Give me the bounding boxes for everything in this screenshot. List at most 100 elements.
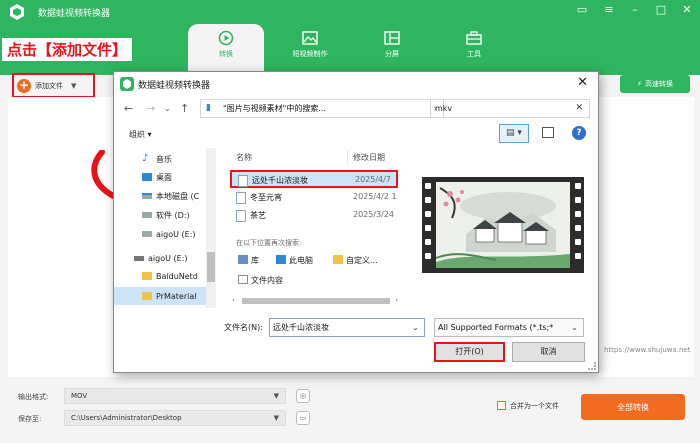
watermark-text: https://www.shujuwa.net xyxy=(604,346,691,354)
filename-input[interactable]: 远处千山浓淡妆 ⌄ xyxy=(269,318,425,337)
instruction-annotation: 点击【添加文件】 xyxy=(2,38,133,61)
preview-pane-icon[interactable] xyxy=(542,127,554,138)
preview-thumbnail-image xyxy=(436,182,570,268)
file-name: 冬至元宵 xyxy=(250,193,282,202)
tree-item-drive-c[interactable]: 本地磁盘 (C xyxy=(142,187,199,205)
folder-icon xyxy=(142,292,152,300)
chevron-down-icon[interactable]: ⌄ xyxy=(571,319,578,336)
tree-item-baidunetdisk[interactable]: BaiduNetd xyxy=(142,267,198,285)
merge-checkbox[interactable] xyxy=(497,401,506,410)
location-label: 此电脑 xyxy=(289,256,313,265)
output-format-label: 输出格式: xyxy=(18,393,49,401)
tab-short-video[interactable]: 短视频制作 xyxy=(272,24,348,70)
scrollbar-thumb[interactable] xyxy=(207,252,215,282)
scroll-left-icon[interactable]: ‹ xyxy=(232,296,235,304)
resize-grip[interactable] xyxy=(588,362,596,370)
chevron-down-icon[interactable]: ▼ xyxy=(71,82,76,90)
convert-all-button[interactable]: 全部转换 xyxy=(581,394,685,420)
up-arrow-icon[interactable]: ↑ xyxy=(180,102,189,115)
address-text: "图片与视频素材"中的搜索... xyxy=(223,104,326,113)
dialog-command-row: 组织 ▾ ▤ ▾ ? xyxy=(114,122,598,146)
search-value: mkv xyxy=(435,104,453,113)
back-arrow-icon[interactable]: ← xyxy=(124,102,133,115)
tab-convert[interactable]: 转换 xyxy=(188,24,264,75)
tree-item-drive-d[interactable]: 软件 (D:) xyxy=(142,206,190,224)
tab-short-video-label: 短视频制作 xyxy=(292,50,328,58)
add-file-button[interactable]: + 添加文件 ▼ xyxy=(12,73,95,98)
help-icon[interactable]: ? xyxy=(572,126,586,140)
search-folder-icon: ▮ xyxy=(206,103,211,113)
tree-item-music[interactable]: ♪ 音乐 xyxy=(142,150,172,168)
tab-tools-label: 工具 xyxy=(467,50,481,58)
address-bar[interactable]: ▮ "图片与视频素材"中的搜索... › xyxy=(200,99,444,118)
format-settings-icon[interactable]: ◎ xyxy=(296,389,310,403)
filename-label: 文件名(N): xyxy=(224,323,263,332)
clear-search-icon[interactable]: ✕ xyxy=(575,100,583,117)
file-row[interactable]: 远处千山浓淡妆 2025/4/7 xyxy=(230,170,398,188)
folder-icon xyxy=(333,255,343,264)
tree-item-label: PrMaterial xyxy=(156,291,197,301)
save-path-select[interactable]: C:\Users\Administrator\Desktop ▼ xyxy=(64,410,286,426)
tree-item-usb-e[interactable]: aigoU (E:) xyxy=(134,249,188,267)
chevron-down-icon: ▼ xyxy=(273,392,279,400)
open-button[interactable]: 打开(O) xyxy=(434,342,505,362)
tab-split-screen-label: 分屏 xyxy=(385,50,399,58)
maximize-icon[interactable]: □ xyxy=(654,3,668,17)
column-separator xyxy=(347,150,348,164)
tree-scrollbar[interactable] xyxy=(206,148,216,308)
lightning-icon: ⚡ xyxy=(637,80,642,88)
fast-convert-button[interactable]: ⚡ 高速转换 xyxy=(620,75,690,93)
output-format-value: MOV xyxy=(71,392,88,400)
file-date: 2025/4/7 xyxy=(355,175,391,184)
video-file-icon xyxy=(238,175,248,187)
cancel-button[interactable]: 取消 xyxy=(512,342,585,362)
close-icon[interactable]: ✕ xyxy=(680,3,694,17)
feedback-icon[interactable]: ▭ xyxy=(575,3,589,17)
tab-split-screen[interactable]: 分屏 xyxy=(354,24,430,70)
dialog-title: 数据蛙视频转换器 xyxy=(138,81,211,91)
file-row[interactable]: 冬至元宵 2025/4/2 1 xyxy=(230,189,398,207)
library-icon xyxy=(238,255,248,264)
column-header-date[interactable]: 修改日期 xyxy=(353,152,385,163)
file-list-hscrollbar[interactable]: ‹ › xyxy=(232,296,398,305)
file-row[interactable]: 茶艺 2025/3/24 xyxy=(230,207,398,225)
tab-tools[interactable]: 工具 xyxy=(436,24,512,70)
save-to-label: 保存至: xyxy=(18,415,42,423)
save-path-value: C:\Users\Administrator\Desktop xyxy=(71,414,182,422)
scroll-right-icon[interactable]: › xyxy=(395,296,398,304)
menu-icon[interactable]: ≡ xyxy=(602,3,616,17)
dialog-close-icon[interactable]: ✕ xyxy=(577,75,588,90)
location-library[interactable]: 库 xyxy=(238,255,259,266)
filmstrip-right xyxy=(572,177,584,273)
column-header-name[interactable]: 名称 xyxy=(236,152,252,163)
location-file-contents[interactable]: 文件内容 xyxy=(238,275,283,286)
chevron-down-icon[interactable]: ⌄ xyxy=(412,319,419,336)
location-this-pc[interactable]: 此电脑 xyxy=(276,255,313,266)
tree-item-desktop[interactable]: 桌面 xyxy=(142,168,172,186)
open-folder-icon[interactable]: ▭ xyxy=(296,411,310,425)
video-file-icon xyxy=(236,192,246,204)
file-type-filter[interactable]: All Supported Formats (*.ts;* ⌄ xyxy=(434,318,584,337)
output-format-select[interactable]: MOV ▼ xyxy=(64,388,286,404)
computer-icon xyxy=(276,255,286,264)
recent-chevron-icon[interactable]: ⌄ xyxy=(164,104,171,113)
organize-menu[interactable]: 组织 ▾ xyxy=(129,129,152,140)
location-label: 自定义... xyxy=(346,256,378,265)
location-custom[interactable]: 自定义... xyxy=(333,255,378,266)
scrollbar-thumb[interactable] xyxy=(242,298,390,304)
tree-item-label: 软件 (D:) xyxy=(156,210,190,220)
tree-item-prmaterial[interactable]: PrMaterial xyxy=(114,287,206,305)
minimize-icon[interactable]: – xyxy=(628,3,642,17)
filename-value: 远处千山浓淡妆 xyxy=(273,323,329,332)
bottom-bar: 输出格式: MOV ▼ ◎ 保存至: C:\Users\Administrato… xyxy=(0,380,700,443)
video-file-icon xyxy=(236,210,246,222)
tree-item-drive-e[interactable]: aigoU (E:) xyxy=(142,225,196,243)
chevron-down-icon: ▼ xyxy=(273,414,279,422)
search-input[interactable]: mkv ✕ xyxy=(430,99,590,118)
desktop-icon xyxy=(142,173,152,181)
search-again-label: 在以下位置再次搜索: xyxy=(236,239,302,247)
forward-arrow-icon[interactable]: → xyxy=(146,102,155,115)
document-icon xyxy=(238,275,248,284)
file-name: 茶艺 xyxy=(250,211,266,220)
view-options-button[interactable]: ▤ ▾ xyxy=(499,124,529,143)
